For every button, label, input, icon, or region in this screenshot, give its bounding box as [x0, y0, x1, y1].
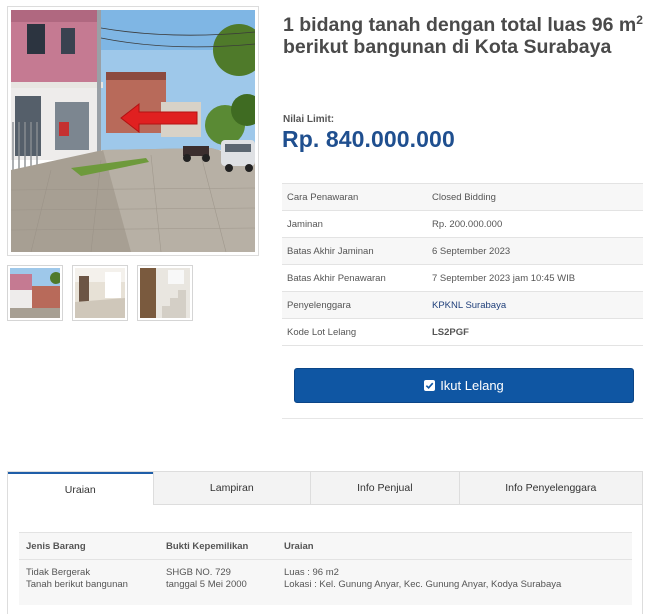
join-auction-label: Ikut Lelang: [440, 378, 504, 393]
cell-bukti-kepemilikan: SHGB NO. 729 tanggal 5 Mei 2000: [159, 559, 277, 605]
staircase-thumb: [140, 268, 190, 318]
main-property-photo[interactable]: [7, 6, 259, 256]
tab-lampiran[interactable]: Lampiran: [152, 472, 311, 505]
cell-uraian: Luas : 96 m2 Lokasi : Kel. Gunung Anyar,…: [277, 559, 632, 605]
detail-tabs-panel: Uraian Lampiran Info Penjual Info Penyel…: [7, 471, 643, 614]
title-text-post: berikut bangunan di Kota Surabaya: [283, 35, 612, 58]
cell-line: Lokasi : Kel. Gunung Anyar, Kec. Gunung …: [284, 579, 562, 591]
info-value: Closed Bidding: [427, 183, 643, 211]
street-house-photo: [11, 10, 255, 252]
info-value: Rp. 200.000.000: [427, 210, 643, 238]
table-row: Jaminan Rp. 200.000.000: [282, 210, 643, 238]
cell-line: tanggal 5 Mei 2000: [166, 579, 247, 591]
limit-value: Rp. 840.000.000: [282, 126, 455, 152]
interior-room-thumb: [75, 268, 125, 318]
cell-line: Tanah berikut bangunan: [26, 579, 128, 591]
cell-line: SHGB NO. 729: [166, 567, 231, 578]
info-value: 6 September 2023: [427, 237, 643, 265]
lot-code: LS2PGF: [427, 318, 643, 346]
auction-info-table: Cara Penawaran Closed Bidding Jaminan Rp…: [282, 183, 643, 346]
divider: [282, 418, 643, 419]
table-row: Tidak Bergerak Tanah berikut bangunan SH…: [19, 559, 632, 605]
item-detail-table: Jenis Barang Bukti Kepemilikan Uraian Ti…: [19, 532, 632, 605]
info-key: Cara Penawaran: [282, 183, 427, 211]
cell-line: Luas : 96 m2: [284, 567, 339, 578]
column-header: Bukti Kepemilikan: [159, 532, 277, 560]
table-row: Cara Penawaran Closed Bidding: [282, 183, 643, 211]
limit-label: Nilai Limit:: [283, 114, 335, 125]
title-text-pre: 1 bidang tanah dengan total luas 96 m: [283, 14, 637, 36]
thumbnail-1[interactable]: [7, 265, 63, 321]
tab-info-penjual[interactable]: Info Penjual: [310, 472, 459, 505]
cell-jenis-barang: Tidak Bergerak Tanah berikut bangunan: [19, 559, 159, 605]
cell-line: Tidak Bergerak: [26, 567, 91, 578]
table-row: Penyelenggara KPKNL Surabaya: [282, 291, 643, 319]
table-row: Batas Akhir Jaminan 6 September 2023: [282, 237, 643, 265]
house-exterior-thumb: [10, 268, 60, 318]
table-row: Batas Akhir Penawaran 7 September 2023 j…: [282, 264, 643, 292]
organizer-link[interactable]: KPKNL Surabaya: [427, 291, 643, 319]
thumbnail-2[interactable]: [72, 265, 128, 321]
info-key: Jaminan: [282, 210, 427, 238]
tab-bar: Uraian Lampiran Info Penjual Info Penyel…: [8, 472, 642, 505]
column-header: Uraian: [277, 532, 632, 560]
info-value: 7 September 2023 jam 10:45 WIB: [427, 264, 643, 292]
info-key: Batas Akhir Penawaran: [282, 264, 427, 292]
info-key: Kode Lot Lelang: [282, 318, 427, 346]
check-square-icon: [424, 380, 436, 391]
tab-info-penyelenggara[interactable]: Info Penyelenggara: [458, 472, 642, 505]
join-auction-button[interactable]: Ikut Lelang: [294, 368, 634, 403]
thumbnail-3[interactable]: [137, 265, 193, 321]
table-header-row: Jenis Barang Bukti Kepemilikan Uraian: [19, 532, 632, 560]
title-superscript: 2: [636, 13, 643, 27]
listing-title: 1 bidang tanah dengan total luas 96 m2 b…: [283, 13, 643, 59]
info-key: Batas Akhir Jaminan: [282, 237, 427, 265]
column-header: Jenis Barang: [19, 532, 159, 560]
table-row: Kode Lot Lelang LS2PGF: [282, 318, 643, 346]
tab-uraian[interactable]: Uraian: [8, 472, 153, 505]
info-key: Penyelenggara: [282, 291, 427, 319]
